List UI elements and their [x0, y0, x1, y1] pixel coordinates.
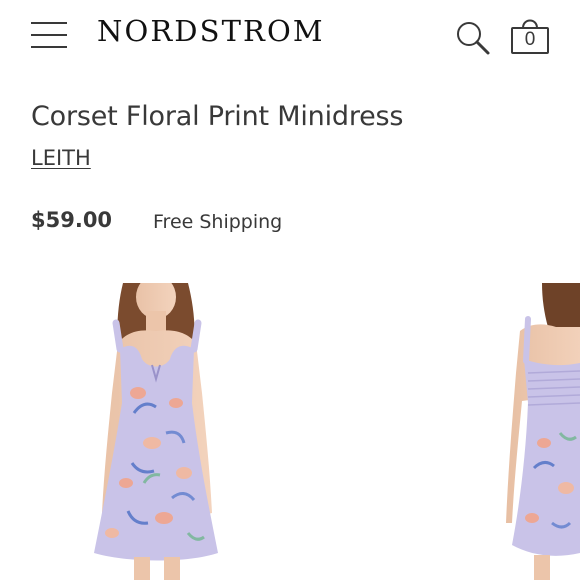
product-price: $59.00 [31, 208, 113, 232]
menu-button[interactable] [31, 20, 67, 50]
bag-count: 0 [524, 29, 536, 50]
search-button[interactable] [455, 20, 491, 56]
shipping-info: Free Shipping [153, 211, 283, 233]
header: NORDSTROM 0 [0, 0, 580, 72]
product-image-gallery[interactable] [0, 283, 580, 580]
product-image-front[interactable] [68, 283, 238, 580]
brand-link[interactable]: LEITH [31, 146, 91, 170]
product-image-back[interactable] [504, 283, 580, 580]
product-title: Corset Floral Print Minidress [31, 101, 404, 132]
shopping-bag-button[interactable]: 0 [510, 16, 550, 56]
nordstrom-logo[interactable]: NORDSTROM [97, 14, 325, 48]
search-icon [457, 22, 490, 55]
